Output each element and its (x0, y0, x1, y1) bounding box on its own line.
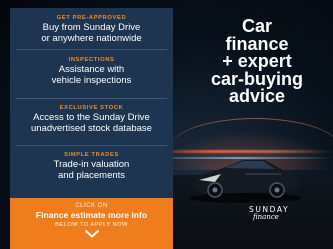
logo-subtext: finance (253, 213, 279, 221)
finance-estimate-button[interactable]: CLICK ON Finance estimate more info BELO… (10, 198, 173, 249)
sunday-finance-logo: SUNDAY finance (249, 205, 289, 229)
feature-text: unadvertised stock database (31, 122, 152, 134)
feature-title: INSPECTIONS (68, 57, 115, 63)
feature-simple-trades: SIMPLE TRADES Trade-in valuation and pla… (10, 146, 173, 190)
feature-pre-approved: GET PRE-APPROVED Buy from Sunday Drive o… (10, 8, 173, 49)
headline: Car finance + expert car-buying advice (188, 16, 326, 106)
feature-title: EXCLUSIVE STOCK (59, 105, 124, 111)
feature-text: and placements (57, 169, 126, 181)
headline-line: + expert (222, 51, 292, 71)
feature-text: or anywhere nationwide (41, 32, 142, 44)
cta-label: Finance estimate more info (35, 210, 148, 220)
headline-line: Car (241, 16, 272, 36)
cta-subtext: BELOW TO APPLY NOW (55, 222, 128, 228)
finance-ad-banner[interactable]: GET PRE-APPROVED Buy from Sunday Drive o… (0, 0, 333, 249)
feature-text: Access to the Sunday Drive (33, 112, 150, 123)
headline-line: advice (228, 86, 286, 106)
features-panel: GET PRE-APPROVED Buy from Sunday Drive o… (10, 8, 173, 249)
feature-title: GET PRE-APPROVED (56, 15, 127, 21)
chevron-down-icon[interactable] (84, 230, 99, 238)
feature-text: vehicle inspections (51, 74, 132, 86)
feature-text: Buy from Sunday Drive (42, 22, 141, 33)
sports-car-image (189, 160, 301, 203)
cta-kicker: CLICK ON (75, 203, 108, 209)
feature-title: SIMPLE TRADES (64, 152, 119, 158)
feature-text: Trade-in valuation (53, 159, 130, 170)
feature-exclusive-stock: EXCLUSIVE STOCK Access to the Sunday Dri… (10, 99, 173, 145)
feature-inspections: INSPECTIONS Assistance with vehicle insp… (10, 50, 173, 98)
feature-text: Assistance with (58, 64, 125, 75)
